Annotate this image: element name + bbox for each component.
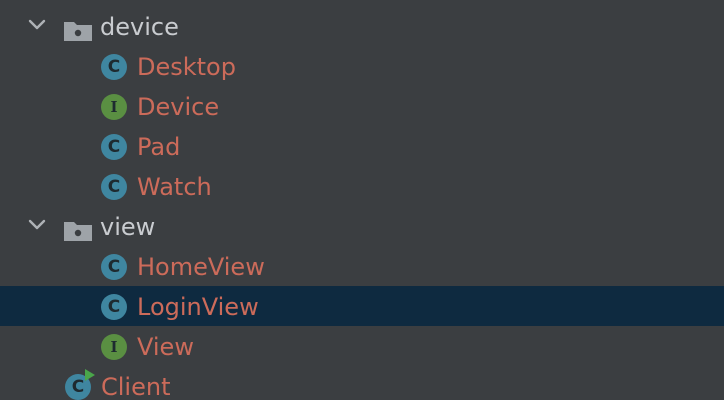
tree-row-class-desktop[interactable]: C Desktop xyxy=(0,46,724,86)
class-name: Pad xyxy=(137,133,181,161)
package-folder-icon xyxy=(64,222,92,241)
tree-row-interface-view[interactable]: I View xyxy=(0,326,724,366)
interface-name: Device xyxy=(137,93,220,121)
class-icon: C xyxy=(101,134,127,160)
tree-row-package-view[interactable]: view xyxy=(0,206,724,246)
interface-icon: I xyxy=(101,94,127,120)
class-name: Client xyxy=(101,373,171,400)
tree-row-class-loginview[interactable]: C LoginView xyxy=(0,286,724,326)
class-icon: C xyxy=(101,174,127,200)
class-name: Desktop xyxy=(137,53,236,81)
run-marker-icon xyxy=(85,369,95,381)
interface-icon: I xyxy=(101,334,127,360)
tree-row-package-device[interactable]: device xyxy=(0,6,724,46)
class-icon: C xyxy=(101,54,127,80)
package-name: view xyxy=(100,213,156,241)
package-folder-icon xyxy=(64,22,92,41)
class-name: Watch xyxy=(137,173,212,201)
project-tree: device C Desktop I Device C Pad C Watch … xyxy=(0,0,724,400)
tree-row-class-homeview[interactable]: C HomeView xyxy=(0,246,724,286)
class-name: HomeView xyxy=(137,253,265,281)
class-icon: C xyxy=(101,254,127,280)
tree-row-interface-device[interactable]: I Device xyxy=(0,86,724,126)
class-name: LoginView xyxy=(137,293,259,321)
tree-row-class-watch[interactable]: C Watch xyxy=(0,166,724,206)
chevron-down-icon[interactable] xyxy=(27,18,47,32)
tree-row-class-client[interactable]: C Client xyxy=(0,366,724,400)
class-icon: C xyxy=(101,294,127,320)
chevron-down-icon[interactable] xyxy=(27,218,47,232)
tree-row-class-pad[interactable]: C Pad xyxy=(0,126,724,166)
interface-name: View xyxy=(137,333,194,361)
package-name: device xyxy=(100,13,179,41)
